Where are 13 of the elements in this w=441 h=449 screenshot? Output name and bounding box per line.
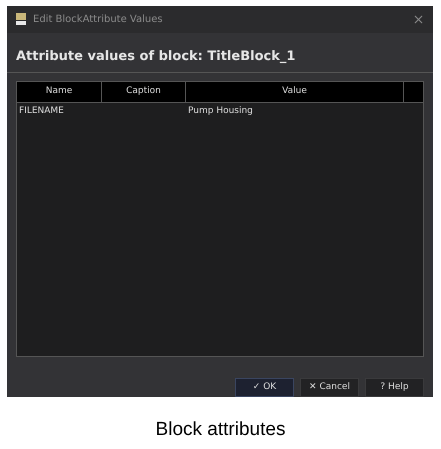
dialog-button[interactable]: ✕ Cancel (300, 378, 359, 397)
column-header[interactable]: Value (186, 82, 404, 102)
close-icon[interactable] (412, 12, 425, 26)
dialog-button[interactable]: ? Help (365, 378, 424, 397)
table-cell-text: FILENAME (18, 104, 65, 118)
dialog-button[interactable]: ✓ OK (235, 378, 294, 397)
table-cell-text: Pump Housing (187, 104, 254, 118)
column-header[interactable]: Name (17, 82, 102, 102)
dialog-heading: Attribute values of block: TitleBlock_1 (16, 48, 296, 64)
app-logo-icon (15, 12, 27, 26)
figure-caption: Block attributes (156, 418, 286, 442)
window-title: Edit BlockAttribute Values (33, 12, 163, 27)
column-header[interactable]: Caption (102, 82, 186, 102)
